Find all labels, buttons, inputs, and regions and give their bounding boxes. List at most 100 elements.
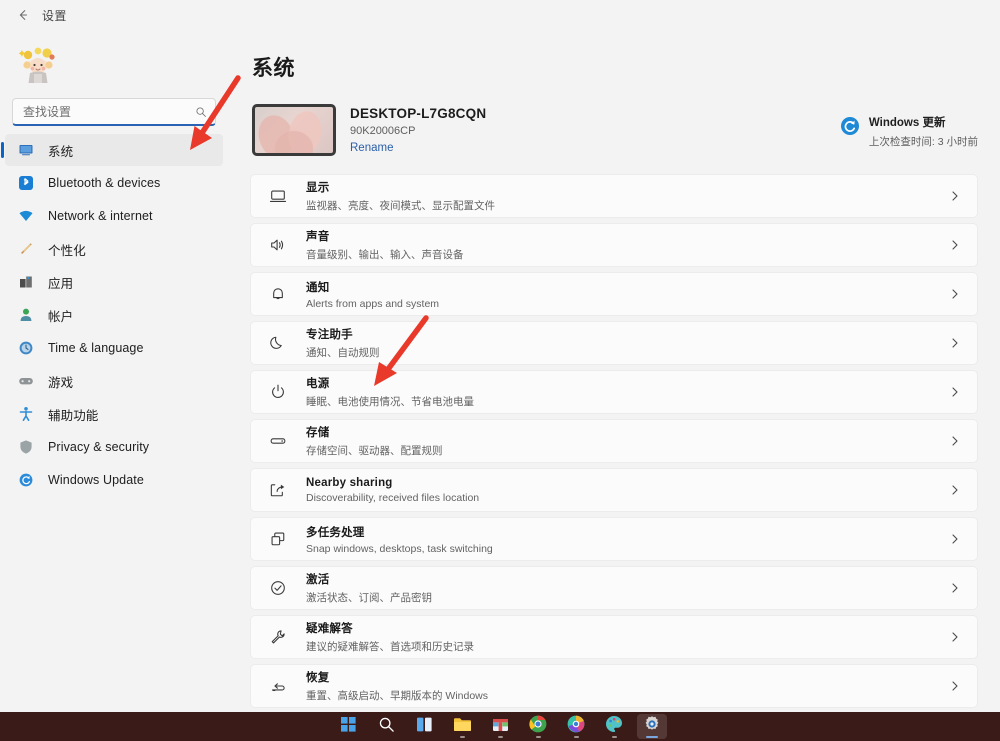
sidebar-item-windows-update[interactable]: Windows Update [5, 464, 223, 496]
setting-text: 激活 激活状态、订阅、产品密钥 [306, 571, 947, 605]
taskbar-active-indicator [646, 736, 658, 738]
sidebar-item-time-language[interactable]: Time & language [5, 332, 223, 364]
sidebar-item-label: Privacy & security [48, 440, 149, 454]
chrome-colorful-icon [567, 715, 585, 738]
setting-subtitle: 重置、高级启动、早期版本的 Windows [306, 688, 947, 703]
windows-update-icon [840, 116, 860, 136]
setting-subtitle: 建议的疑难解答、首选项和历史记录 [306, 639, 947, 654]
folder-icon [453, 716, 472, 738]
setting-row-multitasking[interactable]: 多任务处理 Snap windows, desktops, task switc… [250, 517, 978, 561]
setting-row-power[interactable]: 电源 睡眠、电池使用情况、节省电池电量 [250, 370, 978, 414]
setting-subtitle: 监视器、亮度、夜间模式、显示配置文件 [306, 198, 947, 213]
file-explorer-button[interactable] [447, 714, 477, 739]
windows-update-title: Windows 更新 [869, 114, 978, 130]
multitasking-windows-icon [268, 529, 288, 549]
chevron-right-icon [947, 190, 963, 202]
setting-title: 疑难解答 [306, 620, 947, 636]
paint-button[interactable] [599, 714, 629, 739]
setting-text: 存储 存储空间、驱动器、配置规则 [306, 424, 947, 458]
gamepad-icon [17, 372, 35, 390]
taskbar-running-indicator [612, 736, 617, 738]
setting-row-troubleshoot[interactable]: 疑难解答 建议的疑难解答、首选项和历史记录 [250, 615, 978, 659]
window-title: 设置 [42, 7, 67, 24]
sidebar-item-label: 系统 [48, 141, 73, 160]
chevron-right-icon [947, 680, 963, 692]
taskbar [0, 712, 1000, 741]
sidebar-item-apps[interactable]: 应用 [5, 266, 223, 298]
search-box[interactable] [12, 98, 216, 126]
sidebar-item-system[interactable]: 系统 [5, 134, 223, 166]
store-icon [492, 716, 509, 738]
nearby-share-icon [268, 480, 288, 500]
setting-row-notifications[interactable]: 通知 Alerts from apps and system [250, 272, 978, 316]
paint-palette-icon [605, 715, 623, 738]
rename-link[interactable]: Rename [350, 142, 486, 154]
settings-button[interactable] [637, 714, 667, 739]
setting-text: 声音 音量级别、输出、输入、声音设备 [306, 228, 947, 262]
back-arrow-icon[interactable] [12, 4, 34, 26]
device-model: 90K20006CP [350, 125, 486, 137]
search-button[interactable] [371, 714, 401, 739]
sidebar-item-accessibility[interactable]: 辅助功能 [5, 398, 223, 430]
setting-title: 激活 [306, 571, 947, 587]
main-content: 系统 DESKTOP-L7G8CQN 90K20006CP Rename [228, 30, 1000, 712]
setting-title: 声音 [306, 228, 947, 244]
sidebar-item-label: Network & internet [48, 209, 153, 223]
setting-title: 显示 [306, 179, 947, 195]
search-input[interactable] [13, 99, 215, 124]
sidebar-item-label: 个性化 [48, 240, 86, 259]
chevron-right-icon [947, 631, 963, 643]
setting-row-focus-assist[interactable]: 专注助手 通知、自动规则 [250, 321, 978, 365]
setting-title: 电源 [306, 375, 947, 391]
setting-row-recovery[interactable]: 恢复 重置、高级启动、早期版本的 Windows [250, 664, 978, 708]
windows-start-icon [340, 716, 357, 738]
setting-row-activation[interactable]: 激活 激活状态、订阅、产品密钥 [250, 566, 978, 610]
sidebar-item-privacy-security[interactable]: Privacy & security [5, 431, 223, 463]
account-icon [17, 306, 35, 324]
focus-moon-icon [268, 333, 288, 353]
setting-subtitle: 睡眠、电池使用情况、节省电池电量 [306, 394, 947, 409]
widgets-button[interactable] [409, 714, 439, 739]
avatar-container [0, 36, 228, 94]
setting-text: 显示 监视器、亮度、夜间模式、显示配置文件 [306, 179, 947, 213]
windows-update-widget[interactable]: Windows 更新 上次检查时间: 3 小时前 [840, 114, 978, 149]
taskbar-running-indicator [536, 736, 541, 738]
setting-row-display[interactable]: 显示 监视器、亮度、夜间模式、显示配置文件 [250, 174, 978, 218]
device-name: DESKTOP-L7G8CQN [350, 106, 486, 121]
chevron-right-icon [947, 533, 963, 545]
chevron-right-icon [947, 288, 963, 300]
sidebar-item-network-internet[interactable]: Network & internet [5, 200, 223, 232]
title-bar: 设置 [0, 0, 1000, 30]
display-monitor-icon [268, 186, 288, 206]
update-icon [17, 471, 35, 489]
setting-subtitle: Discoverability, received files location [306, 492, 947, 504]
taskbar-running-indicator [460, 736, 465, 738]
setting-row-storage[interactable]: 存储 存储空间、驱动器、配置规则 [250, 419, 978, 463]
setting-subtitle: 音量级别、输出、输入、声音设备 [306, 247, 947, 262]
taskbar-running-indicator [574, 736, 579, 738]
setting-title: 恢复 [306, 669, 947, 685]
sidebar-item-bluetooth-devices[interactable]: Bluetooth & devices [5, 167, 223, 199]
setting-subtitle: 激活状态、订阅、产品密钥 [306, 590, 947, 605]
widgets-icon [416, 716, 433, 738]
sidebar-item-accounts[interactable]: 帐户 [5, 299, 223, 331]
setting-title: 专注助手 [306, 326, 947, 342]
chrome-canary-button[interactable] [561, 714, 591, 739]
setting-title: 通知 [306, 279, 947, 295]
sidebar-item-label: Windows Update [48, 473, 144, 487]
windows-update-text: Windows 更新 上次检查时间: 3 小时前 [869, 114, 978, 149]
start-button[interactable] [333, 714, 363, 739]
sound-speaker-icon [268, 235, 288, 255]
chevron-right-icon [947, 435, 963, 447]
setting-text: 电源 睡眠、电池使用情况、节省电池电量 [306, 375, 947, 409]
sidebar-item-personalization[interactable]: 个性化 [5, 233, 223, 265]
chrome-button[interactable] [523, 714, 553, 739]
sidebar-item-gaming[interactable]: 游戏 [5, 365, 223, 397]
microsoft-store-button[interactable] [485, 714, 515, 739]
sidebar-item-label: Time & language [48, 341, 144, 355]
device-thumbnail [252, 104, 336, 156]
setting-row-sound[interactable]: 声音 音量级别、输出、输入、声音设备 [250, 223, 978, 267]
setting-row-nearby-sharing[interactable]: Nearby sharing Discoverability, received… [250, 468, 978, 512]
avatar[interactable] [14, 40, 62, 88]
wifi-icon [17, 207, 35, 225]
